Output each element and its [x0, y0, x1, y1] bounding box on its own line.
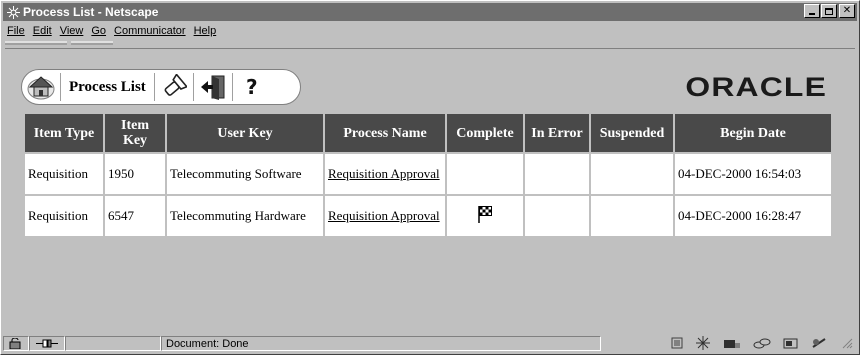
cell-complete: [447, 196, 523, 236]
menu-view-label: View: [59, 25, 84, 37]
cell-complete: [447, 154, 523, 194]
column-header-item-type: Item Type: [25, 114, 103, 152]
column-header-in-error: In Error: [525, 114, 589, 152]
toolbar-divider: [192, 73, 194, 101]
menu-file-label: File: [7, 25, 25, 37]
cell-item-key: 1950: [105, 154, 165, 194]
progress-bar: [65, 336, 161, 351]
menu-communicator-label: Communicator: [114, 25, 186, 37]
navigator-icon[interactable]: [695, 336, 711, 350]
table-row: Requisition 1950 Telecommuting Software …: [25, 154, 831, 194]
process-name-link[interactable]: Requisition Approval: [328, 208, 440, 223]
cell-suspended: [591, 196, 673, 236]
cell-begin-date: 04-DEC-2000 16:28:47: [675, 196, 831, 236]
status-bar: Document: Done: [3, 335, 857, 352]
table-header-row: Item Type Item Key User Key Process Name…: [25, 114, 831, 152]
netscape-icon: [6, 5, 20, 19]
cell-item-key: 6547: [105, 196, 165, 236]
window-title: Process List - Netscape: [23, 5, 159, 19]
edit-icon[interactable]: [811, 337, 829, 349]
discussion-icon[interactable]: [753, 337, 771, 349]
menu-view[interactable]: View: [56, 25, 88, 37]
menu-bar: File Edit View Go Communicator Help: [3, 22, 220, 40]
menu-edit[interactable]: Edit: [29, 25, 56, 37]
resize-grip-icon[interactable]: [841, 337, 853, 349]
menu-go-label: Go: [91, 25, 107, 37]
mail-icon[interactable]: [723, 337, 741, 349]
cell-user-key: Telecommuting Hardware: [167, 196, 323, 236]
close-icon: ✕: [842, 5, 852, 16]
cell-item-type: Requisition: [25, 196, 103, 236]
close-button[interactable]: ✕: [839, 4, 855, 18]
menu-edit-label: Edit: [32, 25, 52, 37]
component-bar: [671, 336, 853, 350]
security-indicator[interactable]: [3, 336, 29, 351]
process-name-link[interactable]: Requisition Approval: [328, 166, 440, 181]
flashlight-icon: [164, 74, 187, 96]
cell-user-key: Telecommuting Software: [167, 154, 323, 194]
toolbar-title: Process List: [69, 78, 146, 95]
help-button[interactable]: ?: [237, 72, 267, 102]
menu-communicator[interactable]: Communicator: [110, 25, 190, 37]
app-toolbar: Process List ?: [21, 69, 301, 105]
toolbar-divider: [60, 73, 61, 101]
lock-icon: [9, 338, 21, 349]
home-button[interactable]: [26, 72, 56, 102]
status-text: Document: Done: [166, 337, 249, 350]
minimize-button[interactable]: [804, 4, 820, 18]
cell-process-name: Requisition Approval: [325, 196, 445, 236]
cell-item-type: Requisition: [25, 154, 103, 194]
column-header-user-key: User Key: [167, 114, 323, 152]
cell-suspended: [591, 154, 673, 194]
column-header-item-key: Item Key: [105, 114, 165, 152]
exit-door-icon: [200, 75, 225, 100]
brand-text: ORACLE: [685, 72, 827, 102]
cell-process-name: Requisition Approval: [325, 154, 445, 194]
page-icon[interactable]: [671, 337, 683, 349]
cell-begin-date: 04-DEC-2000 16:54:03: [675, 154, 831, 194]
plug-icon: [36, 339, 58, 348]
toolbar-divider: [231, 73, 233, 101]
column-header-process-name: Process Name: [325, 114, 445, 152]
connection-indicator: [29, 336, 65, 351]
item-key-header-text: Item Key: [121, 118, 149, 148]
menu-file[interactable]: File: [3, 25, 29, 37]
column-header-complete: Complete: [447, 114, 523, 152]
composer-icon[interactable]: [783, 337, 799, 349]
toolbar-divider: [153, 73, 155, 101]
checkered-flag-icon: [478, 206, 492, 223]
menu-help-label: Help: [193, 25, 217, 37]
column-header-begin-date: Begin Date: [675, 114, 831, 152]
cell-in-error: [525, 196, 589, 236]
status-text-panel: Document: Done: [161, 336, 601, 351]
search-button[interactable]: [159, 72, 189, 102]
exit-button[interactable]: [198, 72, 228, 102]
minimize-icon: [809, 13, 815, 15]
toolbar-grip[interactable]: [5, 41, 113, 46]
title-bar[interactable]: Process List - Netscape ✕: [3, 3, 857, 21]
maximize-icon: [825, 7, 833, 15]
table-row: Requisition 6547 Telecommuting Hardware …: [25, 196, 831, 236]
maximize-button[interactable]: [821, 4, 837, 18]
column-header-suspended: Suspended: [591, 114, 673, 152]
process-table: Item Type Item Key User Key Process Name…: [23, 112, 833, 238]
menu-go[interactable]: Go: [87, 25, 110, 37]
page-content: Process List ? ORACLE Item Type Item Key…: [5, 48, 855, 329]
question-icon: ?: [245, 75, 258, 99]
menu-help[interactable]: Help: [190, 25, 221, 37]
oracle-logo: ORACLE: [685, 72, 827, 103]
home-icon: [27, 76, 55, 100]
cell-in-error: [525, 154, 589, 194]
browser-window: Process List - Netscape ✕ File Edit View…: [0, 0, 860, 355]
